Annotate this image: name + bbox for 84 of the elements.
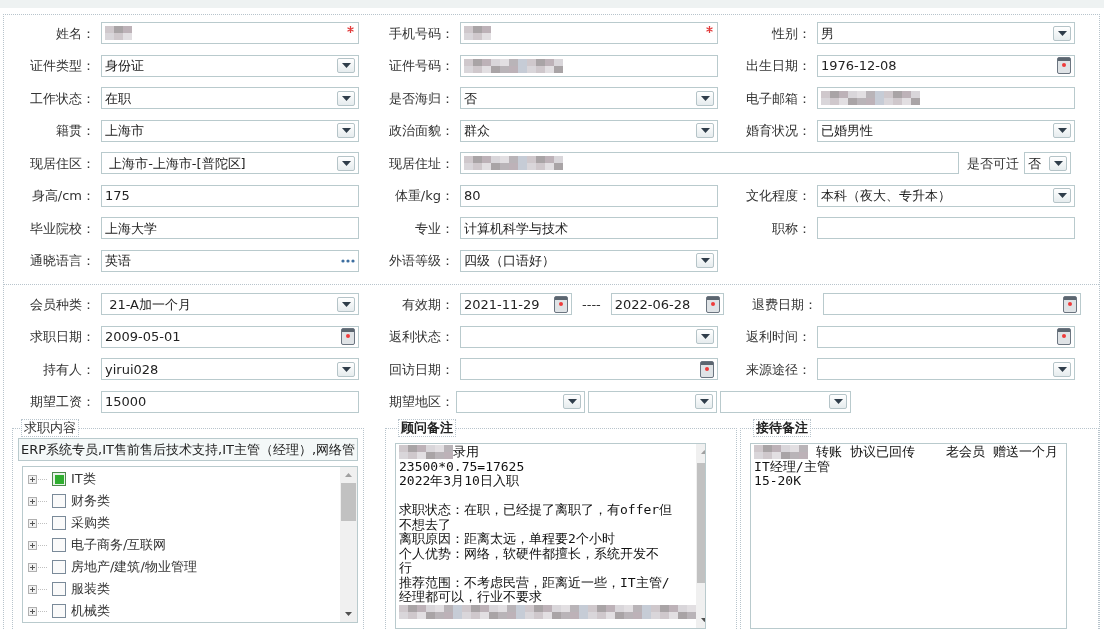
text-field[interactable]: 80 bbox=[460, 184, 718, 207]
field-label: 持有人： bbox=[42, 360, 95, 379]
field-label: 性别： bbox=[771, 24, 811, 43]
field-label: 职称： bbox=[771, 219, 811, 238]
field-label: 退费日期： bbox=[750, 295, 817, 314]
field-label: 专业： bbox=[414, 219, 454, 238]
tree-item[interactable]: 电子商务/互联网 bbox=[71, 535, 167, 555]
tree-item[interactable]: 房地产/建筑/物业管理 bbox=[71, 557, 197, 577]
note-line: 2022年3月10日入职 bbox=[399, 474, 520, 489]
field-label: 来源途径： bbox=[745, 360, 811, 379]
select-field[interactable]: yirui028 bbox=[101, 358, 359, 381]
panel-legend: 顾问备注 bbox=[398, 419, 457, 437]
select-field[interactable]: 四级（口语好） bbox=[460, 249, 718, 272]
text-field[interactable]: 175 bbox=[101, 184, 359, 207]
note-line: IT经理/主管 bbox=[754, 459, 831, 474]
date-field[interactable]: 2021-11-29 bbox=[460, 293, 572, 316]
field-label: 工作状态： bbox=[29, 89, 95, 108]
field-label: 电子邮箱： bbox=[745, 89, 811, 108]
date-field[interactable]: 1976-12-08 bbox=[817, 54, 1075, 77]
select-field[interactable]: 上海市-上海市-[普陀区] bbox=[101, 152, 359, 175]
tree-item[interactable]: IT类 bbox=[71, 469, 96, 489]
select-field[interactable]: 本科（夜大、专升本） bbox=[817, 184, 1075, 207]
field-label: 姓名： bbox=[55, 24, 95, 43]
select-field[interactable]: 上海市 bbox=[101, 119, 359, 142]
field-label: 证件号码： bbox=[388, 57, 454, 75]
note-line: 23500*0.75=17625 bbox=[399, 459, 526, 474]
note-line: 15-20K bbox=[754, 474, 803, 489]
selected-jobs-field[interactable]: ERP系统专员,IT售前售后技术支持,IT主管（经理）,网络管 bbox=[18, 438, 359, 461]
tree-item[interactable]: 财务类 bbox=[71, 491, 110, 511]
field-label: 外语等级： bbox=[388, 252, 454, 270]
field-label: 会员种类： bbox=[29, 295, 95, 314]
tree-item[interactable]: 机械类 bbox=[71, 601, 110, 621]
field-label: 期望工资： bbox=[29, 393, 95, 411]
text-field[interactable]: 上海大学 bbox=[101, 217, 359, 240]
text-field[interactable]: 15000 bbox=[101, 390, 359, 413]
date-field[interactable]: 2009-05-01 bbox=[101, 325, 359, 348]
tree-item[interactable]: 服装类 bbox=[71, 579, 110, 599]
field-label: 回访日期： bbox=[388, 360, 454, 379]
field-label: 政治面貌： bbox=[388, 122, 454, 140]
field-label: 有效期： bbox=[401, 295, 454, 314]
note-line: 求职状态：在职，已经提了离职了，有offer但 bbox=[399, 503, 674, 518]
note-line: 经理都可以，行业不要求 bbox=[399, 590, 544, 605]
field-label: 毕业院校： bbox=[29, 219, 95, 238]
text-field[interactable]: 计算机科学与技术 bbox=[460, 217, 718, 240]
field-label: 是否海归： bbox=[388, 89, 454, 108]
panel-legend: 求职内容 bbox=[21, 419, 79, 437]
field-label: 籍贯： bbox=[55, 122, 95, 140]
field-label: 身高/cm： bbox=[30, 187, 95, 205]
picker-field[interactable]: 英语 bbox=[101, 249, 359, 272]
note-line: 推荐范围：不考虑民营，距离近一些，IT主管/ bbox=[399, 575, 671, 590]
field-label: 返利时间： bbox=[745, 328, 811, 346]
field-label: 证件类型： bbox=[29, 57, 95, 75]
range-dash: ---- bbox=[582, 295, 601, 314]
note-line: 转账 协议已回传 老会员 赠送一个月 bbox=[754, 445, 1067, 460]
select-field[interactable]: 群众 bbox=[460, 119, 718, 142]
field-label: 出生日期： bbox=[745, 57, 811, 75]
tree-item[interactable]: 采购类 bbox=[71, 513, 110, 533]
field-label: 文化程度： bbox=[745, 187, 811, 205]
note-line: 不想去了 bbox=[399, 517, 453, 532]
date-field[interactable]: 2022-06-28 bbox=[610, 293, 724, 316]
note-line: 离职原因：距离太远，单程要2个小时 bbox=[399, 532, 616, 547]
field-label: 手机号码： bbox=[388, 24, 454, 43]
select-field[interactable]: 在职 bbox=[101, 87, 359, 110]
select-field[interactable]: 身份证 bbox=[101, 54, 359, 77]
notes-textarea[interactable]: 转账 协议已回传 老会员 赠送一个月 IT经理/主管 15-20K bbox=[750, 443, 1068, 629]
field-label: 通晓语言： bbox=[29, 252, 95, 270]
field-label: 婚育状况： bbox=[745, 122, 811, 140]
select-field[interactable]: 21-A加一个月 bbox=[101, 293, 359, 316]
note-line: 个人优势：网络，软硬件都擅长，系统开发不 bbox=[399, 546, 661, 561]
panel-legend: 接待备注 bbox=[753, 419, 812, 437]
field-label: 现居住址： bbox=[388, 154, 454, 173]
field-label: 体重/kg： bbox=[393, 187, 454, 205]
select-field[interactable]: 否 bbox=[1024, 152, 1071, 175]
select-field[interactable]: 男 bbox=[817, 22, 1075, 45]
notes-textarea[interactable]: 录用 23500*0.75=17625 2022年3月10日入职 求职状态：在职，已经提了离职了，有offer但 不想去了 离职原因：距离太远，单程要2个小时 个人优势：网络，软硬件都擅长，系统开发不 行 推荐范围：不考虑民营，距离近一些，IT主管/ 经理都可以，行业不要求 bbox=[395, 443, 707, 629]
select-field[interactable]: 否 bbox=[460, 87, 718, 110]
field-label: 求职日期： bbox=[29, 328, 95, 346]
field-label: 返利状态： bbox=[388, 328, 454, 346]
note-line: 行 bbox=[399, 561, 414, 576]
field-label: 期望地区： bbox=[388, 393, 454, 411]
field-label: 是否可迁 bbox=[967, 154, 1019, 173]
field-label: 现居住区： bbox=[29, 154, 95, 173]
note-line: 录用 bbox=[399, 445, 697, 460]
select-field[interactable]: 已婚男性 bbox=[817, 119, 1075, 142]
